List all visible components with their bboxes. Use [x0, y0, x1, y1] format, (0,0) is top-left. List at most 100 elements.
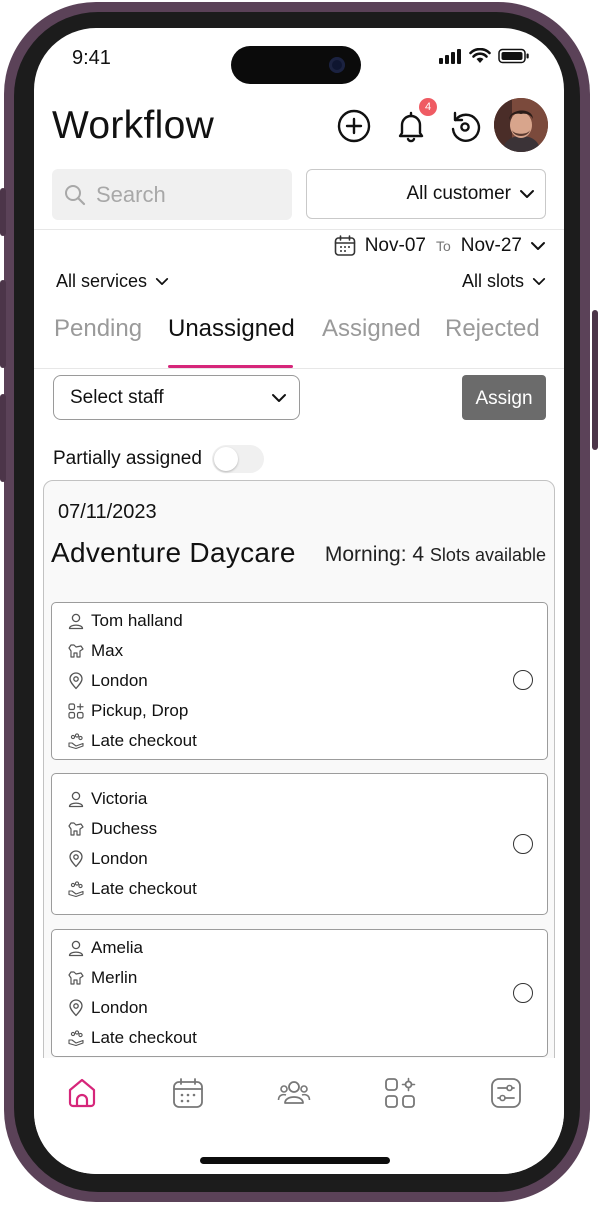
owner-row: Amelia	[67, 938, 143, 958]
extra-row: Late checkout	[67, 731, 197, 751]
people-icon[interactable]	[277, 1076, 311, 1110]
facility-name: Adventure Daycare	[51, 537, 296, 568]
home-indicator	[200, 1157, 390, 1164]
owner-row: Victoria	[67, 789, 147, 809]
chevron-down-icon	[520, 190, 534, 198]
select-radio[interactable]	[513, 983, 533, 1003]
pet-row: Merlin	[67, 968, 137, 988]
location-row: London	[67, 998, 148, 1018]
customer-select-value: All customer	[406, 183, 511, 204]
extra-service: Late checkout	[91, 879, 197, 898]
notification-badge: 4	[419, 98, 437, 116]
location-icon	[69, 999, 83, 1017]
settings-icon[interactable]	[489, 1076, 523, 1110]
search-icon	[65, 184, 86, 205]
slots-filter[interactable]: All slots	[462, 271, 546, 292]
location-icon	[69, 850, 83, 868]
side-button-volume-down	[0, 394, 6, 482]
wifi-icon	[469, 48, 491, 63]
person-icon	[68, 940, 84, 957]
location-icon	[69, 672, 83, 690]
services: Pickup, Drop	[91, 701, 189, 720]
add-icon[interactable]	[336, 108, 372, 144]
chevron-down-icon	[531, 242, 545, 250]
date-to[interactable]: Nov-27	[461, 235, 522, 257]
location-row: London	[67, 849, 148, 869]
services-filter[interactable]: All services	[56, 271, 169, 292]
location: London	[91, 671, 148, 690]
side-button-power	[592, 310, 598, 450]
tab-rejected[interactable]: Rejected	[445, 315, 540, 343]
search-input[interactable]: Search	[52, 169, 292, 220]
slots-suffix: Slots available	[429, 545, 546, 565]
staff-select[interactable]: Select staff	[53, 375, 300, 420]
partial-assigned-label: Partially assigned	[53, 448, 202, 469]
owner-name: Tom halland	[91, 611, 183, 630]
location: London	[91, 998, 148, 1017]
refresh-icon[interactable]	[447, 108, 483, 144]
staff-select-value: Select staff	[70, 386, 164, 408]
partial-assigned-toggle[interactable]	[212, 445, 264, 473]
app-screen: 9:41 Workflow 4 Search All customer Nov-…	[34, 28, 564, 1174]
tab-unassigned[interactable]: Unassigned	[168, 315, 295, 343]
person-icon	[68, 613, 84, 630]
status-icons	[438, 48, 530, 64]
slots-available: Morning: 4 Slots available	[325, 543, 546, 567]
dynamic-island	[231, 46, 361, 84]
assign-button[interactable]: Assign	[462, 375, 546, 420]
owner-name: Amelia	[91, 938, 143, 957]
side-button-action	[0, 188, 6, 236]
booking-date: 07/11/2023	[58, 501, 157, 523]
services-icon	[68, 703, 84, 719]
avatar[interactable]	[494, 98, 548, 152]
owner-name: Victoria	[91, 789, 148, 808]
checkout-icon	[68, 1030, 84, 1047]
extra-service: Late checkout	[91, 731, 197, 750]
list-item[interactable]: Amelia Merlin London Late checkout	[51, 929, 548, 1057]
toggle-knob	[214, 447, 238, 471]
page-title: Workflow	[52, 104, 215, 147]
chevron-down-icon	[532, 278, 546, 285]
pet-name: Merlin	[91, 968, 138, 987]
person-icon	[68, 791, 84, 808]
tab-pending[interactable]: Pending	[54, 315, 142, 343]
pet-row: Max	[67, 641, 123, 661]
slots-filter-label: All slots	[461, 271, 524, 291]
services-row: Pickup, Drop	[67, 701, 188, 721]
extra-service: Late checkout	[91, 1028, 197, 1047]
home-icon[interactable]	[65, 1076, 99, 1110]
booking-card: 07/11/2023 Adventure Daycare Morning: 4 …	[43, 480, 555, 1120]
pet-name: Max	[91, 641, 124, 660]
extra-row: Late checkout	[67, 1028, 197, 1048]
date-range[interactable]: Nov-07 To Nov-27	[333, 234, 546, 258]
checkout-icon	[68, 733, 84, 750]
tab-assigned[interactable]: Assigned	[322, 315, 421, 343]
customer-select[interactable]: All customer	[306, 169, 546, 219]
battery-icon	[498, 48, 529, 64]
select-radio[interactable]	[513, 670, 533, 690]
list-item[interactable]: Victoria Duchess London Late checkout	[51, 773, 548, 915]
slots-prefix: Morning: 4	[324, 543, 425, 566]
checkout-icon	[68, 881, 84, 898]
extra-row: Late checkout	[67, 879, 197, 899]
date-from[interactable]: Nov-07	[365, 235, 426, 257]
calendar-icon	[334, 235, 356, 256]
location-row: London	[67, 671, 148, 691]
location: London	[91, 849, 148, 868]
divider	[34, 368, 564, 369]
avatar-image	[494, 98, 548, 152]
signal-icon	[439, 49, 461, 64]
owner-row: Tom halland	[67, 611, 183, 631]
apps-icon[interactable]	[383, 1076, 417, 1110]
list-item[interactable]: Tom halland Max London Pickup, Drop Late…	[51, 602, 548, 760]
calendar-icon[interactable]	[171, 1076, 205, 1110]
pet-icon	[68, 822, 84, 836]
camera-icon	[329, 57, 345, 73]
date-to-label: To	[435, 238, 451, 254]
select-radio[interactable]	[513, 834, 533, 854]
pet-name: Duchess	[91, 819, 158, 838]
chevron-down-icon	[155, 278, 169, 285]
chevron-down-icon	[272, 393, 286, 402]
pet-icon	[68, 971, 84, 985]
divider	[34, 229, 564, 230]
